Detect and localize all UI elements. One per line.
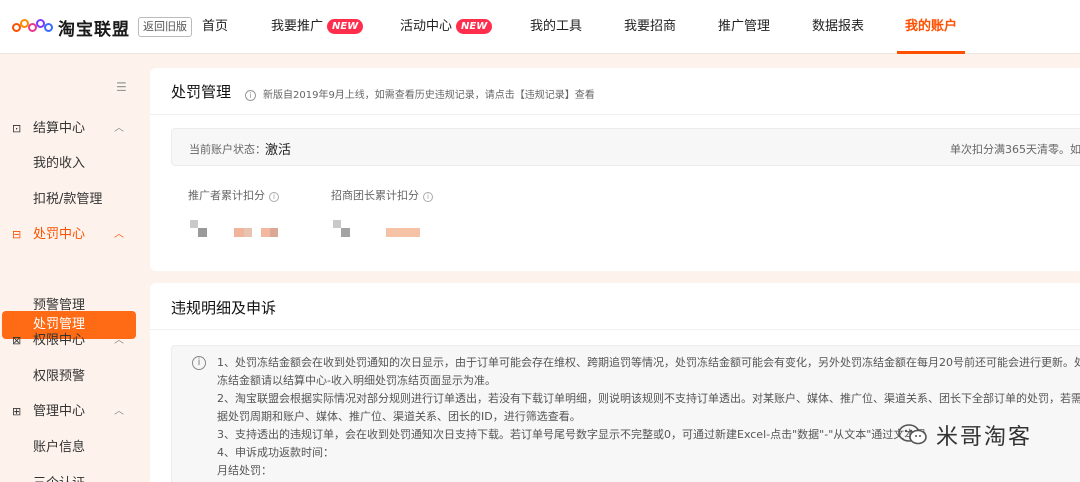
divider [150, 329, 1080, 330]
notice-line: 冻结金额请以结算中心-收入明细处罚冻结页面显示为准。 [217, 374, 496, 387]
chevron-up-icon: ︿ [114, 406, 124, 417]
penalty-management-card: 处罚管理 i 新版自2019年9月上线，如需查看历史违规记录，请点击【违规记录】查… [150, 68, 1080, 271]
divider [150, 114, 1080, 115]
nav-promote[interactable]: 我要推广 NEW [271, 17, 364, 37]
nav-promotion-management[interactable]: 推广管理 [718, 17, 770, 37]
notice-line: 据处罚周期和账户、媒体、推广位、渠道关系、团长的ID，进行筛选查看。 [217, 410, 581, 423]
sidebar-item-warning-management[interactable]: 预警管理 [33, 296, 85, 316]
sidebar-item-tax-management[interactable]: 扣税/款管理 [33, 190, 102, 210]
menu-collapse-icon[interactable]: ☰ [116, 80, 127, 94]
brand-logo[interactable]: 淘宝联盟 [12, 14, 130, 40]
sidebar-item-account-info[interactable]: 账户信息 [33, 438, 85, 458]
info-icon: i [269, 192, 279, 202]
nav-my-tools[interactable]: 我的工具 [530, 17, 582, 37]
top-navigation: 淘宝联盟 返回旧版 首页 我要推广 NEW 活动中心 NEW 我的工具 我要招商 推… [0, 0, 1080, 54]
permission-icon: ⊠ [12, 334, 22, 347]
settlement-icon: ⊡ [12, 122, 22, 135]
nav-my-account[interactable]: 我的账户 [905, 17, 957, 37]
violation-notice-box: i 1、处罚冻结金额会在收到处罚通知的次日显示，由于订单可能会存在维权、跨期追罚… [171, 345, 1080, 482]
merchant-score-label: 招商团长累计扣分 i [331, 187, 433, 203]
active-tab-indicator [897, 51, 965, 54]
account-status-bar: 当前账户状态： 激活 单次扣分满365天清零。如需 [171, 128, 1080, 166]
history-notice: i 新版自2019年9月上线，如需查看历史违规记录，请点击【违规记录】查看 [245, 86, 595, 101]
violation-details-card: 违规明细及申诉 i 1、处罚冻结金额会在收到处罚通知的次日显示，由于订单可能会存… [150, 283, 1080, 482]
promoter-score-label: 推广者累计扣分 i [188, 187, 279, 203]
sidebar-group-management[interactable]: ⊞ 管理中心 ︿ [0, 400, 140, 424]
penalty-icon: ⊟ [12, 228, 22, 241]
nav-merchant[interactable]: 我要招商 [624, 17, 676, 37]
notice-line: 月结处罚： [217, 464, 272, 477]
wechat-icon [898, 423, 928, 447]
section-title: 违规明细及申诉 [171, 299, 277, 317]
nav-home[interactable]: 首页 [202, 17, 228, 37]
status-value: 激活 [265, 143, 292, 158]
notice-line: 1、处罚冻结金额会在收到处罚通知的次日显示，由于订单可能会存在维权、跨期追罚等情… [217, 356, 1080, 369]
watermark: 米哥淘客 [898, 420, 1032, 450]
watermark-text: 米哥淘客 [936, 425, 1033, 450]
return-old-version-button[interactable]: 返回旧版 [138, 17, 192, 37]
notice-line: 3、支持透出的违规订单，会在收到处罚通知次日支持下载。若订单号尾号数字显示不完整… [217, 428, 927, 441]
new-badge: NEW [327, 19, 364, 34]
sidebar-group-settlement[interactable]: ⊡ 结算中心 ︿ [0, 117, 140, 141]
notice-line: 2、淘宝联盟会根据实际情况对部分规则进行订单透出，若没有下载订单明细，则说明该规… [217, 392, 1080, 405]
nav-data-report[interactable]: 数据报表 [812, 17, 864, 37]
sidebar-group-permission[interactable]: ⊠ 权限中心 ︿ [0, 329, 140, 353]
logo-icon [12, 16, 54, 38]
status-label: 当前账户状态： [189, 143, 266, 156]
notice-line: 4、申诉成功返款时间： [217, 446, 334, 459]
sidebar-item-my-income[interactable]: 我的收入 [33, 154, 85, 174]
sidebar-item-permission-warning[interactable]: 权限预警 [33, 367, 85, 387]
brand-name: 淘宝联盟 [58, 19, 130, 40]
status-note: 单次扣分满365天清零。如需 [950, 143, 1080, 156]
management-icon: ⊞ [12, 405, 22, 418]
chevron-up-icon: ︿ [114, 229, 124, 240]
sidebar: ☰ ⊡ 结算中心 ︿ 我的收入 扣税/款管理 ⊟ 处罚中心 ︿ 处罚管理 预警管… [0, 54, 140, 482]
info-icon: i [192, 356, 206, 370]
nav-activity-center[interactable]: 活动中心 NEW [400, 17, 493, 37]
new-badge: NEW [456, 19, 493, 34]
chevron-up-icon: ︿ [114, 123, 124, 134]
page-title: 处罚管理 [171, 83, 232, 101]
chevron-up-icon: ︿ [114, 335, 124, 346]
sidebar-item-certification[interactable]: 三个认证 [33, 474, 85, 482]
info-icon: i [423, 192, 433, 202]
info-icon: i [245, 90, 256, 101]
sidebar-group-penalty[interactable]: ⊟ 处罚中心 ︿ [0, 223, 140, 247]
